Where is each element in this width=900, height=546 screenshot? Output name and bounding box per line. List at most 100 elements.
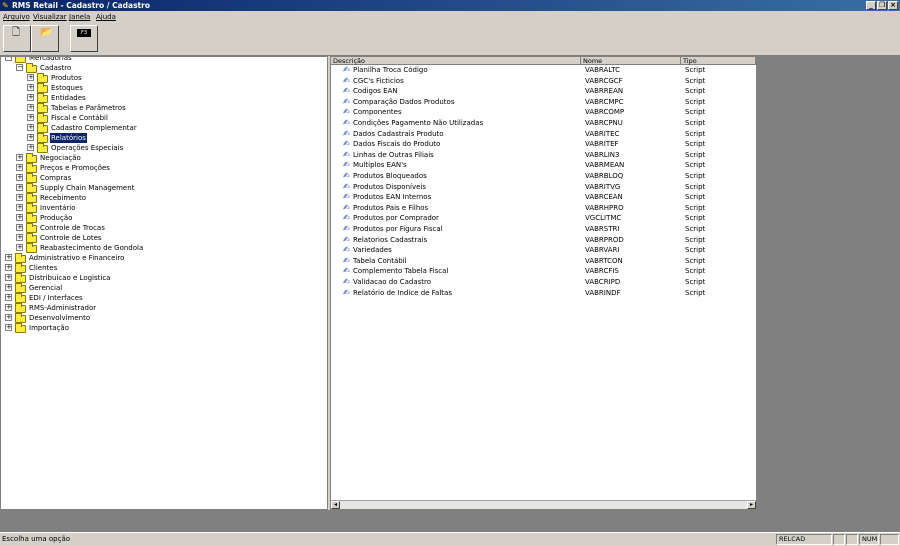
list-row[interactable]: ✍ Produtos Bloqueados VABRBLOQ Script [331, 171, 756, 182]
tree-node[interactable]: + Inventário [1, 203, 327, 213]
list-row[interactable]: ✍ Linhas de Outras Filiais VABRLIN3 Script [331, 150, 756, 161]
tree-node-label[interactable]: Produtos [50, 73, 83, 83]
tree-node-label[interactable]: Distribuicao e Logistica [28, 273, 111, 283]
list-row[interactable]: ✍ Variedades VABRVARI Script [331, 245, 756, 256]
expand-icon[interactable]: + [5, 254, 12, 261]
tree-node[interactable]: + Administrativo e Financeiro [1, 253, 327, 263]
expand-icon[interactable]: + [16, 224, 23, 231]
expand-icon[interactable]: + [16, 244, 23, 251]
expand-icon[interactable]: + [5, 324, 12, 331]
scroll-left-button[interactable]: ◂ [331, 501, 340, 509]
tree-node[interactable]: + Preços e Promoções [1, 163, 327, 173]
collapse-icon[interactable]: − [5, 57, 12, 61]
tree-node[interactable]: + Fiscal e Contábil [1, 113, 327, 123]
f3-button[interactable]: F3 [70, 25, 98, 52]
expand-icon[interactable]: + [16, 184, 23, 191]
tree-node[interactable]: − Cadastro [1, 63, 327, 73]
tree-node[interactable]: + EDI / Interfaces [1, 293, 327, 303]
tree-node-label[interactable]: Cadastro Complementar [50, 123, 138, 133]
tree-node-label[interactable]: Gerencial [28, 283, 63, 293]
tree-node-label[interactable]: Preços e Promoções [39, 163, 111, 173]
expand-icon[interactable]: + [16, 194, 23, 201]
tree-node-label[interactable]: Operações Especiais [50, 143, 124, 153]
list-row[interactable]: ✍ Produtos Disponíveis VABRITVG Script [331, 182, 756, 193]
close-button[interactable]: × [888, 1, 898, 10]
expand-icon[interactable]: + [27, 74, 34, 81]
expand-icon[interactable]: + [5, 314, 12, 321]
tree-node[interactable]: + Reabastecimento de Gondola [1, 243, 327, 253]
tree-node-label[interactable]: Inventário [39, 203, 77, 213]
tree-node[interactable]: + RMS-Administrador [1, 303, 327, 313]
scroll-right-button[interactable]: ▸ [747, 501, 756, 509]
list-row[interactable]: ✍ Comparação Dados Produtos VABRCMPC Script [331, 97, 756, 108]
tree-node[interactable]: + Gerencial [1, 283, 327, 293]
list-row[interactable]: ✍ Codigos EAN VABRREAN Script [331, 86, 756, 97]
expand-icon[interactable]: + [5, 304, 12, 311]
list-row[interactable]: ✍ CGC's Ficticios VABRCGCF Script [331, 76, 756, 87]
tree-node-label[interactable]: Entidades [50, 93, 87, 103]
list-row[interactable]: ✍ Dados Cadastrais Produto VABRITEC Script [331, 129, 756, 140]
expand-icon[interactable]: + [5, 264, 12, 271]
tree-node-label[interactable]: Estoques [50, 83, 84, 93]
menu-janela[interactable]: Janela [69, 13, 90, 22]
expand-icon[interactable]: + [16, 214, 23, 221]
expand-icon[interactable]: + [27, 124, 34, 131]
list-row[interactable]: ✍ Condições Pagamento Não Utilizadas VABRC… [331, 118, 756, 129]
expand-icon[interactable]: + [27, 94, 34, 101]
tree-node[interactable]: + Entidades [1, 93, 327, 103]
tree-node[interactable]: + Clientes [1, 263, 327, 273]
tree-node[interactable]: + Controle de Lotes [1, 233, 327, 243]
list-row[interactable]: ✍ Validacao do Cadastro VABCRIPD Script [331, 277, 756, 288]
list-row[interactable]: ✍ Tabela Contábil VABRTCON Script [331, 256, 756, 267]
menu-arquivo[interactable]: Arquivo [3, 13, 30, 22]
tree-node[interactable]: + Compras [1, 173, 327, 183]
menu-visualizar[interactable]: Visualizar [33, 13, 67, 22]
list-row[interactable]: ✍ Planilha Troca Código VABRALTC Script [331, 65, 756, 76]
tree-node[interactable]: + Desenvolvimento [1, 313, 327, 323]
tree-node-label[interactable]: Produção [39, 213, 73, 223]
collapse-icon[interactable]: − [16, 64, 23, 71]
tree-node[interactable]: − Mercadorias [1, 57, 327, 63]
expand-icon[interactable]: + [5, 284, 12, 291]
expand-icon[interactable]: + [16, 164, 23, 171]
tree-node[interactable]: + Importação [1, 323, 327, 333]
tree-node-label[interactable]: Controle de Trocas [39, 223, 106, 233]
tree-node-label[interactable]: Controle de Lotes [39, 233, 103, 243]
tree-node[interactable]: + Recebimento [1, 193, 327, 203]
list-row[interactable]: ✍ Dados Fiscais do Produto VABRITEF Script [331, 139, 756, 150]
tree-node-label[interactable]: Fiscal e Contábil [50, 113, 109, 123]
tree-panel[interactable]: − Mercadorias − Cadastro + Produtos + Estoques +… [0, 56, 328, 510]
tree-node-label[interactable]: Compras [39, 173, 72, 183]
tree-node[interactable]: + Supply Chain Management [1, 183, 327, 193]
expand-icon[interactable]: + [27, 114, 34, 121]
list-row[interactable]: ✍ Produtos Pais e Filhos VABRHPRO Script [331, 203, 756, 214]
column-header-nome[interactable]: Nome [581, 57, 681, 65]
expand-icon[interactable]: + [16, 204, 23, 211]
expand-icon[interactable]: + [27, 134, 34, 141]
tree-node-label[interactable]: Importação [28, 323, 70, 333]
list-row[interactable]: ✍ Produtos por Figura Fiscal VABRSTRI Scrip… [331, 224, 756, 235]
tree-node-label[interactable]: RMS-Administrador [28, 303, 97, 313]
tree-node-label[interactable]: Relatórios [50, 133, 87, 143]
list-row[interactable]: ✍ Produtos por Comprador VGCLITMC Script [331, 213, 756, 224]
expand-icon[interactable]: + [27, 104, 34, 111]
expand-icon[interactable]: + [27, 84, 34, 91]
tree-node-label[interactable]: Clientes [28, 263, 58, 273]
list-row[interactable]: ✍ Componentes VABRCOMP Script [331, 107, 756, 118]
expand-icon[interactable]: + [16, 154, 23, 161]
expand-icon[interactable]: + [27, 144, 34, 151]
tree-node[interactable]: + Relatórios [1, 133, 327, 143]
tree-node[interactable]: + Produção [1, 213, 327, 223]
list-row[interactable]: ✍ Complemento Tabela Fiscal VABRCFIS Script [331, 266, 756, 277]
menu-ajuda[interactable]: Ajuda [96, 13, 116, 22]
horizontal-scrollbar[interactable]: ◂ ▸ [331, 500, 756, 509]
expand-icon[interactable]: + [16, 234, 23, 241]
tree-node[interactable]: + Distribuicao e Logistica [1, 273, 327, 283]
tree-node-label[interactable]: EDI / Interfaces [28, 293, 84, 303]
minimize-button[interactable]: _ [866, 1, 876, 10]
open-button[interactable]: 📂 [31, 25, 59, 52]
tree-node-label[interactable]: Administrativo e Financeiro [28, 253, 125, 263]
tree-node-label[interactable]: Tabelas e Parâmetros [50, 103, 127, 113]
list-row[interactable]: ✍ Relatorios Cadastrais VABRPROD Script [331, 235, 756, 246]
tree-node[interactable]: + Produtos [1, 73, 327, 83]
